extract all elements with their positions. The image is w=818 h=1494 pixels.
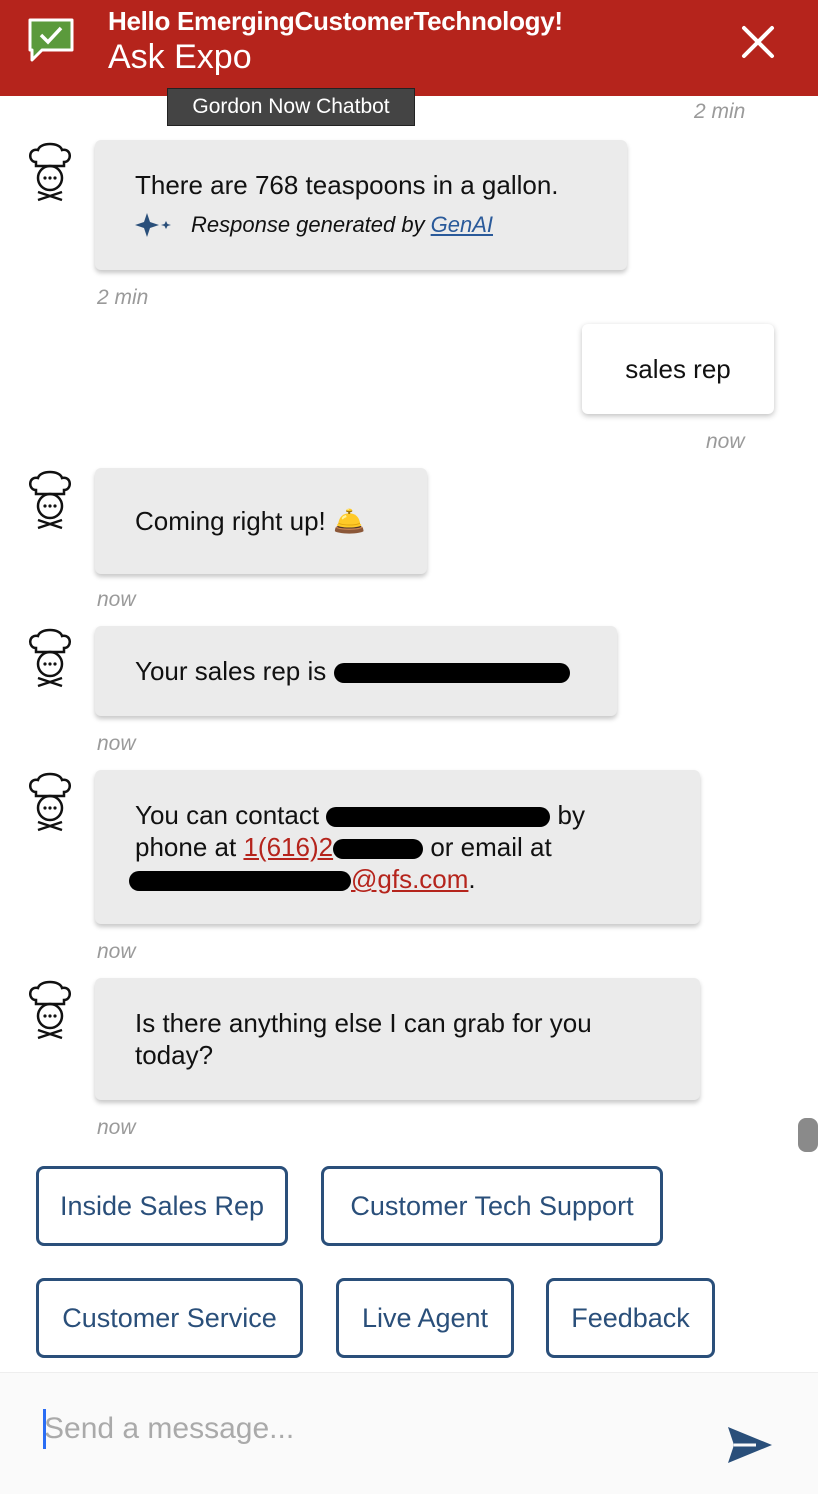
redaction-mark: [326, 807, 551, 828]
quick-reply-customer-service[interactable]: Customer Service: [36, 1278, 303, 1358]
phone-link[interactable]: 1(616)2: [243, 832, 333, 862]
send-icon[interactable]: [726, 1425, 774, 1465]
message-text: There are 768 teaspoons in a gallon.: [135, 170, 559, 200]
message-text-content: You can contact: [135, 800, 320, 830]
timestamp: now: [706, 430, 745, 453]
message-line: phone at 1(616)2 or email at: [135, 831, 660, 863]
bot-message: Coming right up! 🛎️: [95, 468, 427, 574]
chat-header: Hello EmergingCustomerTechnology! Ask Ex…: [0, 0, 818, 96]
message-text-content: by: [557, 800, 586, 830]
message-text-content: or email at: [430, 832, 552, 862]
chef-avatar-icon: [29, 628, 71, 688]
chat-check-icon: [28, 18, 74, 62]
redaction-mark: [333, 663, 570, 684]
message-text: sales rep: [625, 354, 731, 384]
redaction-mark: [129, 871, 351, 892]
timestamp: now: [97, 732, 136, 755]
timestamp: now: [97, 588, 136, 611]
text-caret: [43, 1409, 46, 1449]
message-text-content: phone at: [135, 832, 237, 862]
bot-message: There are 768 teaspoons in a gallon. Res…: [95, 140, 627, 270]
quick-reply-customer-tech-support[interactable]: Customer Tech Support: [321, 1166, 663, 1246]
message-text-content: Your sales rep is: [135, 656, 327, 686]
genai-label: Response generated by: [191, 212, 425, 237]
tooltip: Gordon Now Chatbot: [167, 88, 415, 126]
chef-avatar-icon: [29, 142, 71, 202]
redaction-mark: [333, 839, 424, 860]
message-line: You can contact by: [135, 799, 660, 831]
genai-notice: Response generated by GenAI: [135, 209, 587, 241]
header-greeting: Hello EmergingCustomerTechnology!: [108, 6, 563, 36]
message-text-content: Coming right up!: [135, 506, 326, 536]
header-title: Ask Expo: [108, 38, 252, 76]
user-message: sales rep: [582, 324, 774, 414]
email-link[interactable]: @gfs.com: [351, 864, 468, 894]
bot-message: Is there anything else I can grab for yo…: [95, 978, 700, 1100]
timestamp: 2 min: [97, 286, 149, 309]
message-line: today?: [135, 1040, 214, 1070]
close-icon[interactable]: [736, 20, 780, 64]
bellhop-bell-icon: 🛎️: [333, 506, 366, 536]
bot-message: You can contact by phone at 1(616)2 or e…: [95, 770, 700, 924]
timestamp: 2 min: [694, 100, 746, 123]
message-composer: [0, 1372, 818, 1494]
message-line: @gfs.com.: [129, 863, 660, 895]
genai-link[interactable]: GenAI: [431, 209, 493, 241]
message-text: Coming right up! 🛎️: [135, 505, 387, 537]
scrollbar-thumb[interactable]: [798, 1118, 818, 1152]
quick-reply-feedback[interactable]: Feedback: [546, 1278, 715, 1358]
message-text: Your sales rep is: [135, 655, 577, 687]
chef-avatar-icon: [29, 470, 71, 530]
quick-reply-live-agent[interactable]: Live Agent: [336, 1278, 514, 1358]
timestamp: now: [97, 1116, 136, 1139]
message-line: Is there anything else I can grab for yo…: [135, 1008, 592, 1038]
message-text-content: .: [468, 864, 476, 894]
chef-avatar-icon: [29, 772, 71, 832]
sparkle-icon: [135, 213, 171, 237]
quick-reply-inside-sales-rep[interactable]: Inside Sales Rep: [36, 1166, 288, 1246]
bot-message: Your sales rep is: [95, 626, 617, 716]
chef-avatar-icon: [29, 980, 71, 1040]
timestamp: now: [97, 940, 136, 963]
message-input[interactable]: [44, 1407, 684, 1451]
